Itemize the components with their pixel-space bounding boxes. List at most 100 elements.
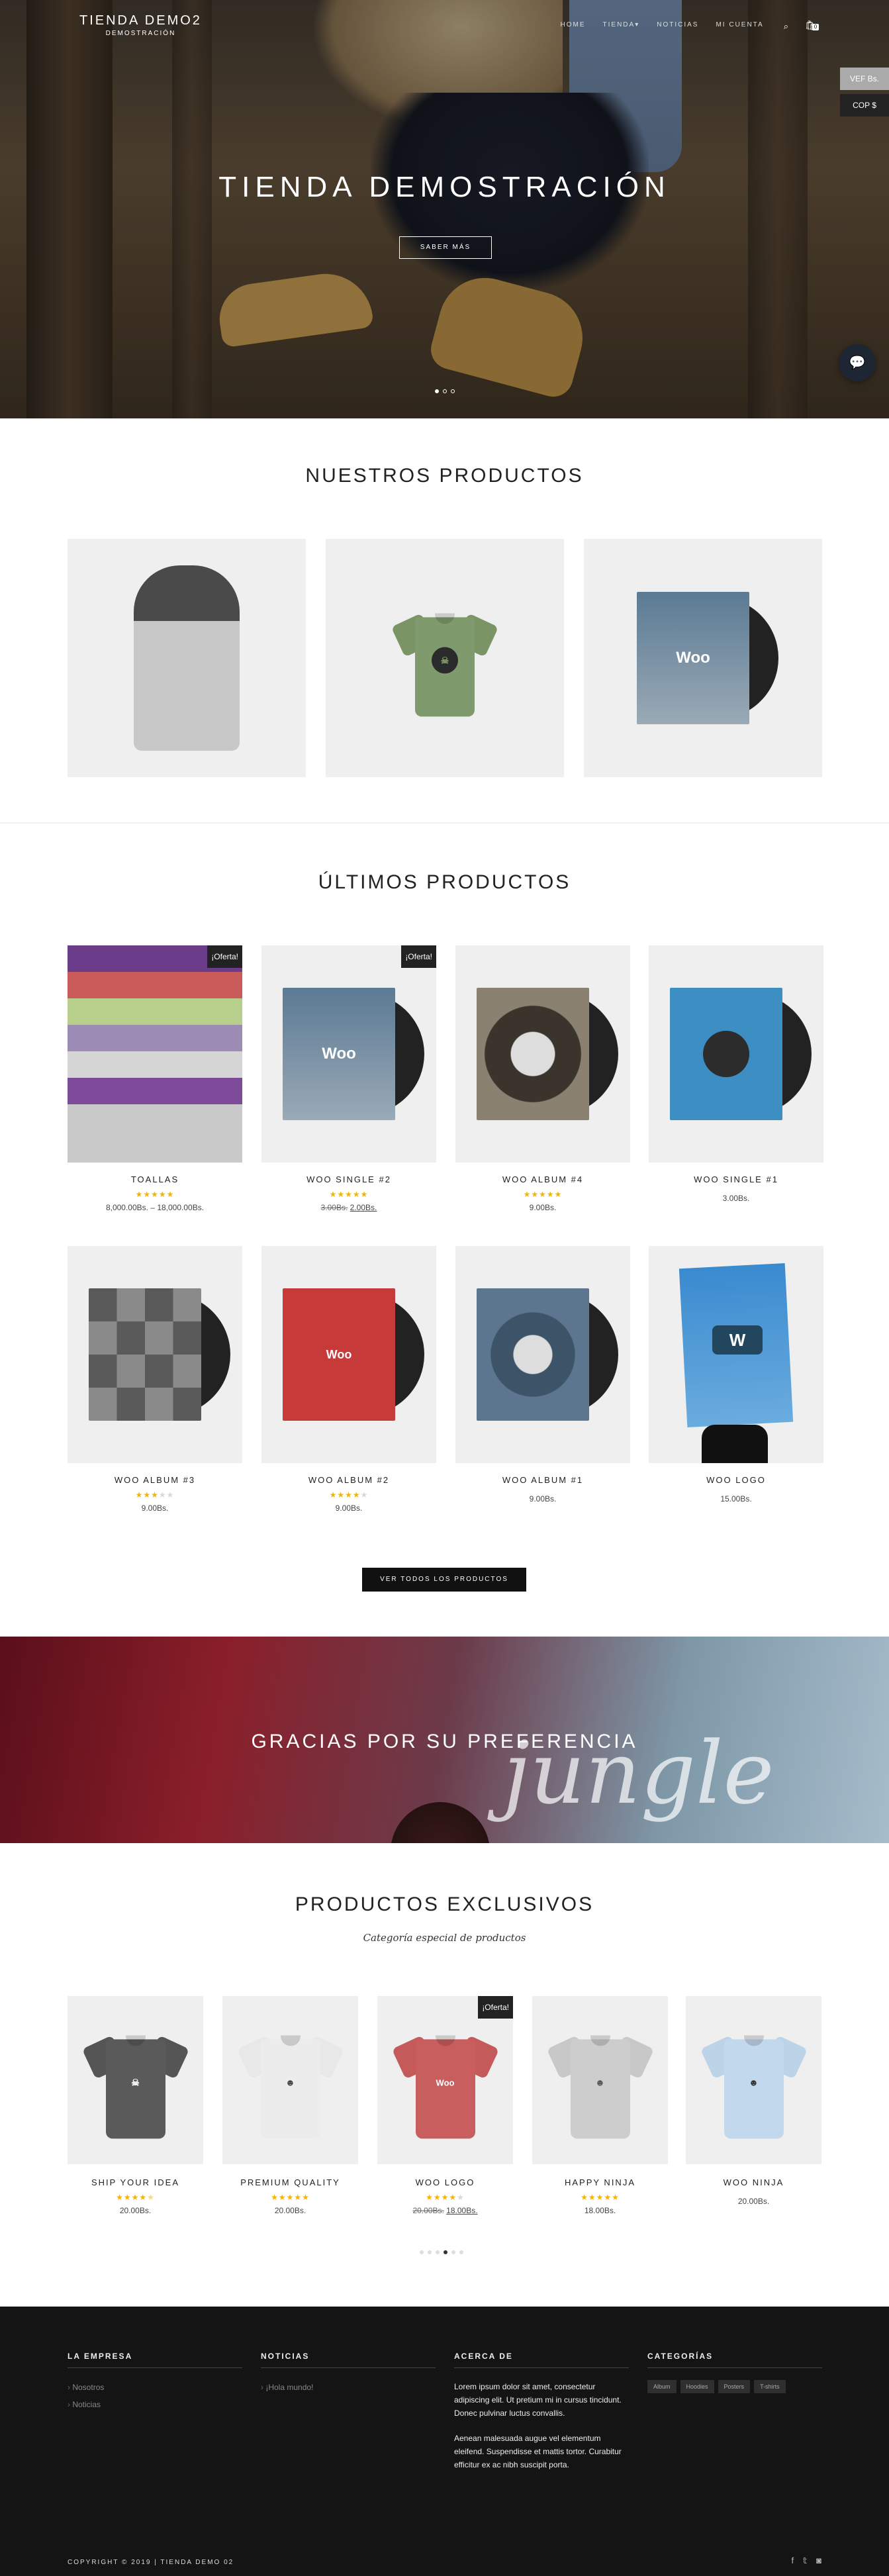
product-card[interactable]: ☻ WOO NINJA 20.00Bs. — [686, 1996, 821, 2206]
product-name[interactable]: WOO ALBUM #3 — [68, 1475, 242, 1485]
banner-title: GRACIAS POR SU PREFERENCIA — [251, 1731, 638, 1752]
product-name[interactable]: HAPPY NINJA — [532, 2177, 668, 2187]
slider-dot[interactable] — [451, 389, 455, 393]
product-price: 3.00Bs. 2.00Bs. — [261, 1203, 436, 1212]
product-card[interactable]: ¡Oferta! TOALLAS ★★★★★ 8,000.00Bs. – 18,… — [68, 945, 242, 1212]
carousel-dot[interactable] — [459, 2250, 463, 2254]
product-image[interactable]: Woo ¡Oferta! — [261, 945, 436, 1163]
product-name[interactable]: PREMIUM QUALITY — [222, 2177, 358, 2187]
sale-badge: ¡Oferta! — [478, 1996, 513, 2019]
product-price: 9.00Bs. — [141, 1503, 169, 1513]
section-title: NUESTROS PRODUCTOS — [305, 465, 584, 487]
product-name[interactable]: SHIP YOUR IDEA — [68, 2177, 203, 2187]
instagram-icon[interactable]: ◙ — [816, 2555, 821, 2566]
product-price: 20.00Bs. — [119, 2206, 152, 2215]
product-card[interactable]: W WOO LOGO 15.00Bs. — [649, 1246, 823, 1503]
featured-section: NUESTROS PRODUCTOS ☠ Woo — [0, 418, 889, 824]
rating-stars: ★★★★★ — [581, 2193, 620, 2202]
carousel-dot[interactable] — [444, 2250, 447, 2254]
currency-cop[interactable]: COP $ — [840, 94, 889, 117]
hero-more-button[interactable]: SABER MÁS — [399, 236, 492, 259]
footer-link[interactable]: Nosotros — [68, 2383, 242, 2392]
chat-icon[interactable]: 💬 — [839, 344, 876, 381]
featured-tshirt[interactable]: ☠ — [326, 539, 564, 777]
carousel-dot[interactable] — [436, 2250, 440, 2254]
footer-heading: LA EMPRESA — [68, 2352, 242, 2368]
menu-home[interactable]: HOME — [561, 21, 586, 32]
hoodie-image — [134, 565, 240, 751]
category-tag[interactable]: T-shirts — [754, 2380, 786, 2393]
product-name[interactable]: WOO ALBUM #4 — [455, 1174, 630, 1184]
product-name[interactable]: WOO LOGO — [649, 1475, 823, 1485]
menu-tienda[interactable]: TIENDA▾ — [603, 21, 640, 32]
category-tag[interactable]: Posters — [718, 2380, 751, 2393]
product-image[interactable]: ☠ — [68, 1996, 203, 2164]
banner-figure — [391, 1802, 490, 1843]
product-name[interactable]: WOO NINJA — [686, 2177, 821, 2187]
old-price: 20.00Bs. — [412, 2206, 444, 2215]
site-footer: LA EMPRESA Nosotros Noticias NOTICIAS ¡H… — [0, 2307, 889, 2576]
product-card[interactable]: WOO ALBUM #1 9.00Bs. — [455, 1246, 630, 1503]
product-name[interactable]: WOO SINGLE #2 — [261, 1174, 436, 1184]
product-image[interactable]: ☻ — [222, 1996, 358, 2164]
product-card[interactable]: ☠ SHIP YOUR IDEA ★★★★★ 20.00Bs. — [68, 1996, 203, 2215]
footer-col-acerca: ACERCA DE Lorem ipsum dolor sit amet, co… — [454, 2352, 629, 2471]
product-name[interactable]: TOALLAS — [68, 1174, 242, 1184]
footer-col-noticias: NOTICIAS ¡Hola mundo! — [261, 2352, 436, 2392]
product-image[interactable]: ☻ — [532, 1996, 668, 2164]
twitter-icon[interactable]: 𝕥 — [803, 2555, 807, 2566]
cart-count: 0 — [812, 24, 819, 30]
product-card[interactable]: ☻ PREMIUM QUALITY ★★★★★ 20.00Bs. — [222, 1996, 358, 2215]
product-price: 3.00Bs. — [722, 1194, 750, 1203]
product-image[interactable] — [455, 1246, 630, 1463]
product-card[interactable]: Woo WOO ALBUM #2 ★★★★★ 9.00Bs. — [261, 1246, 436, 1513]
product-image[interactable]: W — [649, 1246, 823, 1463]
slider-dot[interactable] — [435, 389, 439, 393]
section-title: ÚLTIMOS PRODUCTOS — [318, 871, 571, 893]
menu-mi-cuenta[interactable]: MI CUENTA — [716, 21, 763, 32]
product-image[interactable]: ¡Oferta! — [68, 945, 242, 1163]
featured-vinyl[interactable]: Woo — [584, 539, 822, 777]
vinyl-image: Woo — [637, 592, 778, 724]
rating-stars: ★★★★★ — [271, 2193, 310, 2202]
product-name[interactable]: WOO LOGO — [377, 2177, 513, 2187]
view-all-products-button[interactable]: VER TODOS LOS PRODUCTOS — [362, 1568, 526, 1592]
product-card[interactable]: Woo ¡Oferta! WOO SINGLE #2 ★★★★★ 3.00Bs.… — [261, 945, 436, 1212]
product-image[interactable]: ☻ — [686, 1996, 821, 2164]
search-icon[interactable]: ⌕ — [784, 21, 790, 32]
site-logo[interactable]: TIENDA DEMO2 DEMOSTRACIÓN — [79, 13, 202, 37]
product-image[interactable]: Woo ¡Oferta! — [377, 1996, 513, 2164]
slider-dot[interactable] — [443, 389, 447, 393]
product-card[interactable]: WOO SINGLE #1 3.00Bs. — [649, 945, 823, 1203]
footer-link[interactable]: Noticias — [68, 2400, 242, 2409]
category-tag[interactable]: Hoodies — [680, 2380, 714, 2393]
product-image[interactable]: Woo — [261, 1246, 436, 1463]
footer-col-empresa: LA EMPRESA Nosotros Noticias — [68, 2352, 242, 2409]
product-image[interactable] — [68, 1246, 242, 1463]
featured-hoodie[interactable] — [68, 539, 306, 777]
product-card[interactable]: WOO ALBUM #4 ★★★★★ 9.00Bs. — [455, 945, 630, 1212]
footer-col-categorias: CATEGORÍAS Album Hoodies Posters T-shirt… — [647, 2352, 822, 2393]
product-name[interactable]: WOO ALBUM #2 — [261, 1475, 436, 1485]
hero-slider: TIENDA DEMO2 DEMOSTRACIÓN HOME TIENDA▾ N… — [0, 0, 889, 418]
product-name[interactable]: WOO ALBUM #1 — [455, 1475, 630, 1485]
cart-icon[interactable]: 🛍 0 — [805, 20, 819, 32]
carousel-dot[interactable] — [420, 2250, 424, 2254]
product-card[interactable]: WOO ALBUM #3 ★★★★★ 9.00Bs. — [68, 1246, 242, 1513]
carousel-dot[interactable] — [451, 2250, 455, 2254]
footer-link[interactable]: ¡Hola mundo! — [261, 2383, 436, 2392]
carousel-dot[interactable] — [428, 2250, 432, 2254]
product-image[interactable] — [455, 945, 630, 1163]
menu-noticias[interactable]: NOTICIAS — [657, 21, 698, 32]
parallax-banner: jungle GRACIAS POR SU PREFERENCIA — [0, 1637, 889, 1843]
product-card[interactable]: Woo ¡Oferta! WOO LOGO ★★★★★ 20.00Bs. 18.… — [377, 1996, 513, 2215]
product-name[interactable]: WOO SINGLE #1 — [649, 1174, 823, 1184]
social-links: f 𝕥 ◙ — [791, 2555, 821, 2566]
product-card[interactable]: ☻ HAPPY NINJA ★★★★★ 18.00Bs. — [532, 1996, 668, 2215]
facebook-icon[interactable]: f — [791, 2555, 794, 2566]
currency-ves[interactable]: VEF Bs. — [840, 68, 889, 90]
product-image[interactable] — [649, 945, 823, 1163]
rating-stars: ★★★★★ — [426, 2193, 465, 2202]
category-tag[interactable]: Album — [647, 2380, 677, 2393]
footer-heading: ACERCA DE — [454, 2352, 629, 2368]
